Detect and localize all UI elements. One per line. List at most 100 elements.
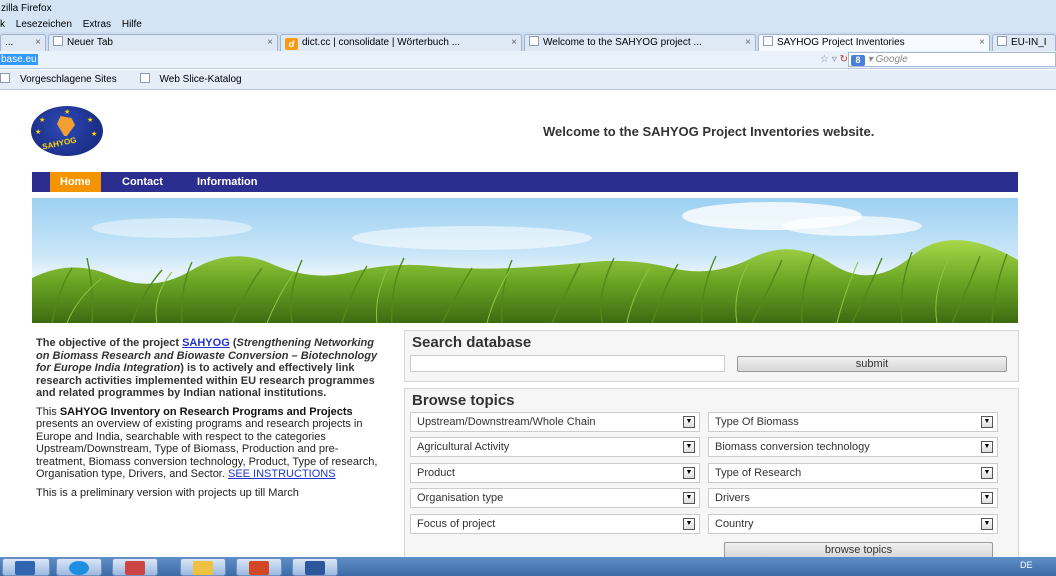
- menu-item-extras[interactable]: Extras: [83, 19, 111, 30]
- tab-label: Welcome to the SAHYOG project ...: [543, 37, 702, 48]
- taskbar-network-tool[interactable]: [112, 558, 158, 576]
- menu-item-ansicht[interactable]: k: [0, 19, 5, 30]
- close-icon[interactable]: ×: [979, 35, 985, 50]
- tab-neuer-tab[interactable]: Neuer Tab ×: [48, 34, 278, 51]
- folder-icon: [193, 561, 213, 575]
- select-agricultural-activity[interactable]: Agricultural Activity ▼: [410, 437, 700, 457]
- hero-banner-grass: [32, 198, 1018, 323]
- history-dropdown-icon[interactable]: ▿: [832, 54, 837, 65]
- bookmark-web-slice[interactable]: Web Slice-Katalog: [139, 73, 252, 85]
- browse-topics-panel: Browse topics Upstream/Downstream/Whole …: [404, 388, 1019, 557]
- windows-taskbar: DE: [0, 557, 1056, 576]
- intro-text-column: The objective of the project SAHYOG (Str…: [36, 337, 384, 505]
- search-database-panel: Search database submit: [404, 330, 1019, 382]
- search-database-heading: Search database: [412, 334, 532, 351]
- submit-button[interactable]: submit: [737, 356, 1007, 372]
- menu-item-hilfe[interactable]: Hilfe: [122, 19, 142, 30]
- taskbar-file-explorer[interactable]: [180, 558, 226, 576]
- internet-explorer-icon: [69, 561, 89, 575]
- page-icon: [763, 36, 773, 46]
- url-bar[interactable]: base.eu: [0, 53, 818, 66]
- sahyog-logo: ★ ★ ★ ★ ★ SAHYOG: [31, 106, 103, 156]
- page-icon: [997, 36, 1007, 46]
- browse-topics-heading: Browse topics: [412, 392, 515, 409]
- page-icon: [0, 73, 10, 83]
- select-product[interactable]: Product ▼: [410, 463, 700, 483]
- language-indicator[interactable]: DE: [1020, 560, 1033, 570]
- page-icon: [139, 73, 150, 83]
- sahyog-link[interactable]: SAHYOG: [182, 337, 230, 349]
- tab-sayhog-inventories[interactable]: SAYHOG Project Inventories ×: [758, 34, 990, 51]
- bookmarks-toolbar: Vorgeschlagene Sites Web Slice-Katalog: [0, 70, 1056, 90]
- select-focus-of-project[interactable]: Focus of project ▼: [410, 514, 700, 534]
- reload-icon[interactable]: ↻: [840, 54, 848, 65]
- select-drivers[interactable]: Drivers ▼: [708, 488, 998, 508]
- search-database-input[interactable]: [410, 355, 725, 372]
- see-instructions-link[interactable]: SEE INSTRUCTIONS: [228, 468, 336, 480]
- bookmark-suggested-sites[interactable]: Vorgeschlagene Sites: [0, 73, 127, 85]
- navigation-toolbar: base.eu ☆ ▿ ↻ 8 ▾ Google: [0, 51, 1056, 69]
- dropdown-arrow-icon[interactable]: ▼: [981, 518, 993, 530]
- dropdown-arrow-icon[interactable]: ▼: [981, 492, 993, 504]
- tab-label: dict.cc | consolidate | Wörterbuch ...: [302, 37, 461, 48]
- bookmark-label: Vorgeschlagene Sites: [20, 74, 117, 85]
- close-icon[interactable]: ×: [745, 35, 751, 50]
- tab-label: ...: [5, 37, 14, 48]
- dropdown-arrow-icon[interactable]: ▼: [683, 492, 695, 504]
- dropdown-arrow-icon[interactable]: ▼: [981, 416, 993, 428]
- show-desktop-button[interactable]: [2, 558, 50, 576]
- url-text: base.eu: [0, 54, 38, 65]
- search-placeholder: Google: [875, 54, 908, 65]
- dropdown-arrow-icon[interactable]: ▼: [683, 441, 695, 453]
- close-icon[interactable]: ×: [267, 35, 273, 50]
- powerpoint-icon: [249, 561, 269, 575]
- url-bar-icons: ☆ ▿ ↻: [820, 53, 848, 66]
- menu-bar: k Lesezeichen Extras Hilfe: [0, 18, 1056, 32]
- word-icon: [305, 561, 325, 575]
- taskbar-word[interactable]: [292, 558, 338, 576]
- dropdown-arrow-icon[interactable]: ▼: [683, 467, 695, 479]
- tab-label: EU-IN_I: [1011, 37, 1047, 48]
- main-navigation: Home Contact Information: [32, 172, 1018, 192]
- nav-information[interactable]: Information: [197, 172, 258, 192]
- google-icon: 8: [851, 55, 865, 66]
- window-title: zilla Firefox: [0, 0, 1056, 18]
- close-icon[interactable]: ×: [35, 35, 41, 50]
- select-country[interactable]: Country ▼: [708, 514, 998, 534]
- dropdown-arrow-icon[interactable]: ▼: [683, 518, 695, 530]
- tab-dictcc[interactable]: d dict.cc | consolidate | Wörterbuch ... …: [280, 34, 522, 51]
- project-objective-paragraph: The objective of the project SAHYOG (Str…: [36, 337, 378, 399]
- inventory-description-paragraph: This SAHYOG Inventory on Research Progra…: [36, 405, 378, 481]
- tab-eu-in[interactable]: EU-IN_I: [992, 34, 1056, 51]
- select-type-of-research[interactable]: Type of Research ▼: [708, 463, 998, 483]
- tab-label: SAYHOG Project Inventories: [777, 37, 905, 48]
- page-icon: [53, 36, 63, 46]
- search-input[interactable]: 8 ▾ Google: [848, 52, 1056, 67]
- search-dropdown-icon[interactable]: ▾: [868, 54, 873, 65]
- preliminary-version-paragraph: This is a preliminary version with proje…: [36, 486, 299, 499]
- dropdown-arrow-icon[interactable]: ▼: [981, 467, 993, 479]
- page-icon: [529, 36, 539, 46]
- tab-label: Neuer Tab: [67, 37, 113, 48]
- select-organisation-type[interactable]: Organisation type ▼: [410, 488, 700, 508]
- dropdown-arrow-icon[interactable]: ▼: [981, 441, 993, 453]
- desktop-icon: [15, 561, 35, 575]
- close-icon[interactable]: ×: [511, 35, 517, 50]
- nav-contact[interactable]: Contact: [122, 172, 163, 192]
- network-tool-icon: [125, 561, 145, 575]
- taskbar-internet-explorer[interactable]: [56, 558, 102, 576]
- page-viewport: ★ ★ ★ ★ ★ SAHYOG Welcome to the SAHYOG P…: [0, 90, 1056, 557]
- dropdown-arrow-icon[interactable]: ▼: [683, 416, 695, 428]
- select-type-of-biomass[interactable]: Type Of Biomass ▼: [708, 412, 998, 432]
- browse-topics-button[interactable]: browse topics: [724, 542, 993, 557]
- tab-welcome-sahyog[interactable]: Welcome to the SAHYOG project ... ×: [524, 34, 756, 51]
- select-conversion-technology[interactable]: Biomass conversion technology ▼: [708, 437, 998, 457]
- tab-bar: ... × Neuer Tab × d dict.cc | consolidate…: [0, 32, 1056, 51]
- tab-truncated[interactable]: ... ×: [0, 34, 46, 51]
- menu-item-lesezeichen[interactable]: Lesezeichen: [16, 19, 72, 30]
- select-upstream-downstream[interactable]: Upstream/Downstream/Whole Chain ▼: [410, 412, 700, 432]
- nav-home[interactable]: Home: [50, 172, 101, 192]
- dictcc-icon: d: [285, 38, 298, 50]
- bookmark-star-icon[interactable]: ☆: [820, 54, 829, 65]
- taskbar-powerpoint[interactable]: [236, 558, 282, 576]
